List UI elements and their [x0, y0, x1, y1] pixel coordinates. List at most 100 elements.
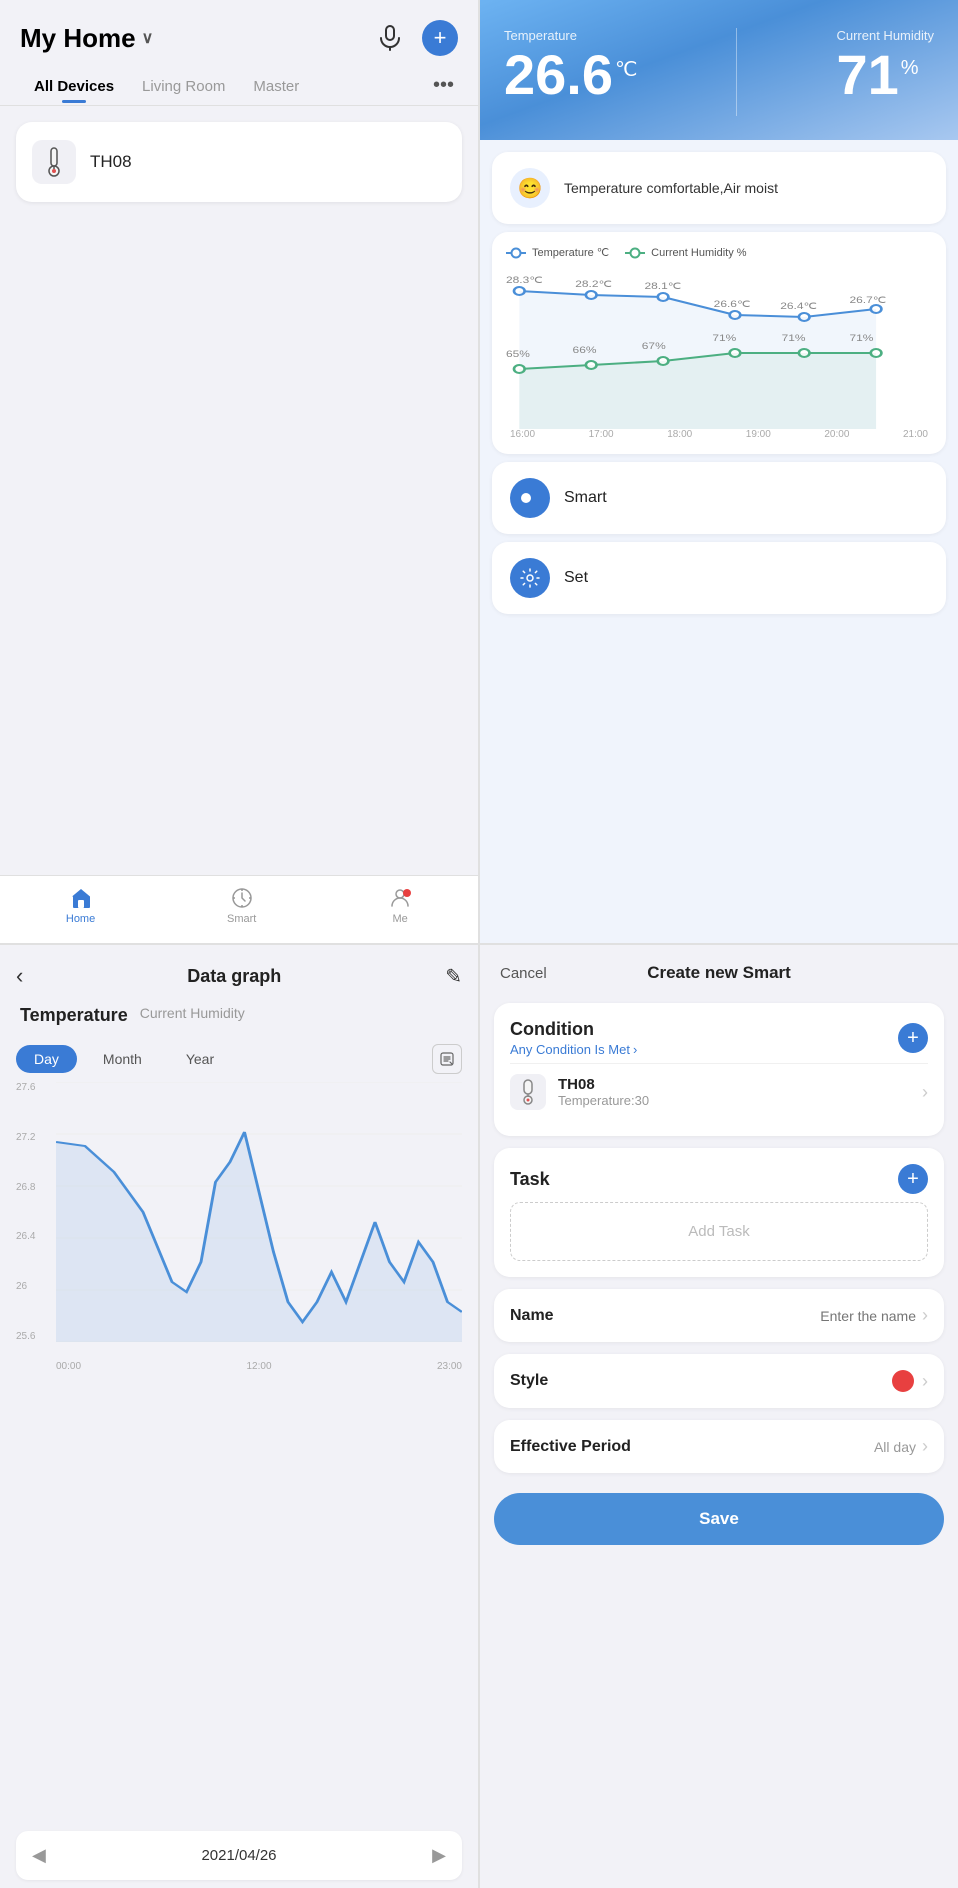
- device-tabs: All Devices Living Room Master •••: [0, 66, 478, 106]
- period-chevron: ›: [922, 1436, 928, 1457]
- task-title: Task: [510, 1169, 550, 1190]
- task-header: Task +: [510, 1164, 928, 1194]
- svg-text:28.1℃: 28.1℃: [644, 281, 681, 291]
- condition-title-group: Condition Any Condition Is Met ›: [510, 1019, 637, 1057]
- sensor-divider: [736, 28, 737, 116]
- date-prev-button[interactable]: ◀: [32, 1845, 46, 1866]
- svg-text:71%: 71%: [782, 333, 807, 343]
- condition-header: Condition Any Condition Is Met › +: [510, 1019, 928, 1057]
- legend-temp-label: Temperature ℃: [532, 246, 609, 259]
- filter-row: Day Month Year: [0, 1036, 478, 1082]
- date-nav: ◀ 2021/04/26 ▶: [16, 1831, 462, 1880]
- svg-text:71%: 71%: [712, 333, 737, 343]
- y-label-2: 27.2: [16, 1132, 52, 1143]
- nav-home-label: Home: [66, 913, 95, 925]
- comfort-icon: 😊: [510, 168, 550, 208]
- add-condition-button[interactable]: +: [898, 1023, 928, 1053]
- name-section[interactable]: Name ›: [494, 1289, 944, 1342]
- mic-icon[interactable]: [372, 20, 408, 56]
- metric-tab-humidity[interactable]: Current Humidity: [136, 1003, 249, 1028]
- device-card-th08[interactable]: TH08: [16, 122, 462, 202]
- export-icon[interactable]: [432, 1044, 462, 1074]
- tab-all-devices[interactable]: All Devices: [20, 68, 128, 103]
- condition-device-detail: Temperature:30: [558, 1093, 910, 1108]
- style-label: Style: [510, 1372, 548, 1390]
- svg-text:28.3℃: 28.3℃: [506, 275, 543, 285]
- panel-create-smart: Cancel Create new Smart Condition Any Co…: [480, 945, 958, 1888]
- graph-header: ‹ Data graph ✎: [0, 945, 478, 999]
- smart-icon: [230, 886, 254, 910]
- nav-smart[interactable]: Smart: [227, 886, 256, 925]
- y-label-3: 26.8: [16, 1182, 52, 1193]
- nav-me[interactable]: Me: [388, 886, 412, 925]
- tab-more[interactable]: •••: [429, 66, 458, 105]
- y-label-1: 27.6: [16, 1082, 52, 1093]
- person-icon: [388, 886, 412, 910]
- edit-icon[interactable]: ✎: [445, 964, 462, 989]
- panel-sensor-detail: Temperature 26.6 ℃ Current Humidity 71 %…: [480, 0, 958, 943]
- tab-master[interactable]: Master: [239, 68, 313, 103]
- date-next-button[interactable]: ▶: [432, 1845, 446, 1866]
- condition-subtitle-text: Any Condition Is Met: [510, 1042, 630, 1057]
- add-button[interactable]: +: [422, 20, 458, 56]
- name-input[interactable]: [735, 1308, 916, 1324]
- condition-item[interactable]: TH08 Temperature:30 ›: [510, 1063, 928, 1120]
- chart-card: Temperature ℃ Current Humidity % 28.3℃ 2…: [492, 232, 946, 454]
- legend-temp: Temperature ℃: [506, 246, 609, 259]
- filter-day-button[interactable]: Day: [16, 1045, 77, 1073]
- temp-unit: ℃: [615, 57, 637, 82]
- filter-year-button[interactable]: Year: [168, 1045, 232, 1073]
- toggle-icon: [510, 478, 550, 518]
- y-axis: 27.6 27.2 26.8 26.4 26 25.6: [16, 1082, 52, 1342]
- home-header: My Home ∨ +: [0, 0, 478, 66]
- panel-data-graph: ‹ Data graph ✎ Temperature Current Humid…: [0, 945, 478, 1888]
- name-chevron: ›: [922, 1305, 928, 1326]
- save-button[interactable]: Save: [494, 1493, 944, 1545]
- svg-text:26.7℃: 26.7℃: [849, 295, 886, 305]
- condition-subtitle: Any Condition Is Met ›: [510, 1042, 637, 1057]
- nav-home[interactable]: Home: [66, 886, 95, 925]
- set-card[interactable]: Set: [492, 542, 946, 614]
- filter-month-button[interactable]: Month: [85, 1045, 160, 1073]
- legend-humidity: Current Humidity %: [625, 246, 746, 259]
- period-right: All day ›: [874, 1436, 928, 1457]
- legend-humidity-line: [625, 252, 645, 254]
- metric-tab-temperature[interactable]: Temperature: [16, 1003, 132, 1028]
- x-label-0: 00:00: [56, 1361, 81, 1372]
- chart-svg-area: 28.3℃ 28.2℃ 28.1℃ 26.6℃ 26.4℃ 26.7℃ 65% …: [506, 269, 932, 429]
- set-label: Set: [564, 569, 588, 587]
- create-title: Create new Smart: [610, 963, 829, 983]
- nav-me-label: Me: [392, 913, 407, 925]
- smart-card[interactable]: Smart: [492, 462, 946, 534]
- plus-icon: +: [434, 25, 447, 51]
- x-label-2: 23:00: [437, 1361, 462, 1372]
- style-chevron: ›: [922, 1371, 928, 1392]
- condition-title: Condition: [510, 1019, 637, 1040]
- period-label: Effective Period: [510, 1438, 631, 1456]
- date-label: 2021/04/26: [201, 1847, 276, 1864]
- name-row: Name ›: [510, 1305, 928, 1326]
- back-button[interactable]: ‹: [16, 963, 23, 989]
- svg-text:26.6℃: 26.6℃: [714, 299, 751, 309]
- add-task-button[interactable]: +: [898, 1164, 928, 1194]
- cancel-button[interactable]: Cancel: [500, 965, 610, 982]
- style-row: Style ›: [510, 1370, 928, 1392]
- condition-chevron: ›: [633, 1042, 637, 1057]
- tab-living-room[interactable]: Living Room: [128, 68, 239, 103]
- graph-title: Data graph: [187, 966, 281, 987]
- chevron-down-icon[interactable]: ∨: [142, 28, 154, 48]
- period-value: All day: [874, 1439, 916, 1455]
- period-section[interactable]: Effective Period All day ›: [494, 1420, 944, 1473]
- device-icon: [32, 140, 76, 184]
- time-label-5: 21:00: [903, 429, 928, 440]
- sensor-header: Temperature 26.6 ℃ Current Humidity 71 %: [480, 0, 958, 140]
- condition-device-icon: [510, 1074, 546, 1110]
- style-section[interactable]: Style ›: [494, 1354, 944, 1408]
- add-task-box[interactable]: Add Task: [510, 1202, 928, 1261]
- device-list: TH08: [0, 106, 478, 875]
- name-label: Name: [510, 1307, 554, 1325]
- time-label-3: 19:00: [746, 429, 771, 440]
- svg-text:66%: 66%: [573, 345, 598, 355]
- condition-section: Condition Any Condition Is Met › + TH08: [494, 1003, 944, 1136]
- condition-device-name: TH08: [558, 1076, 910, 1093]
